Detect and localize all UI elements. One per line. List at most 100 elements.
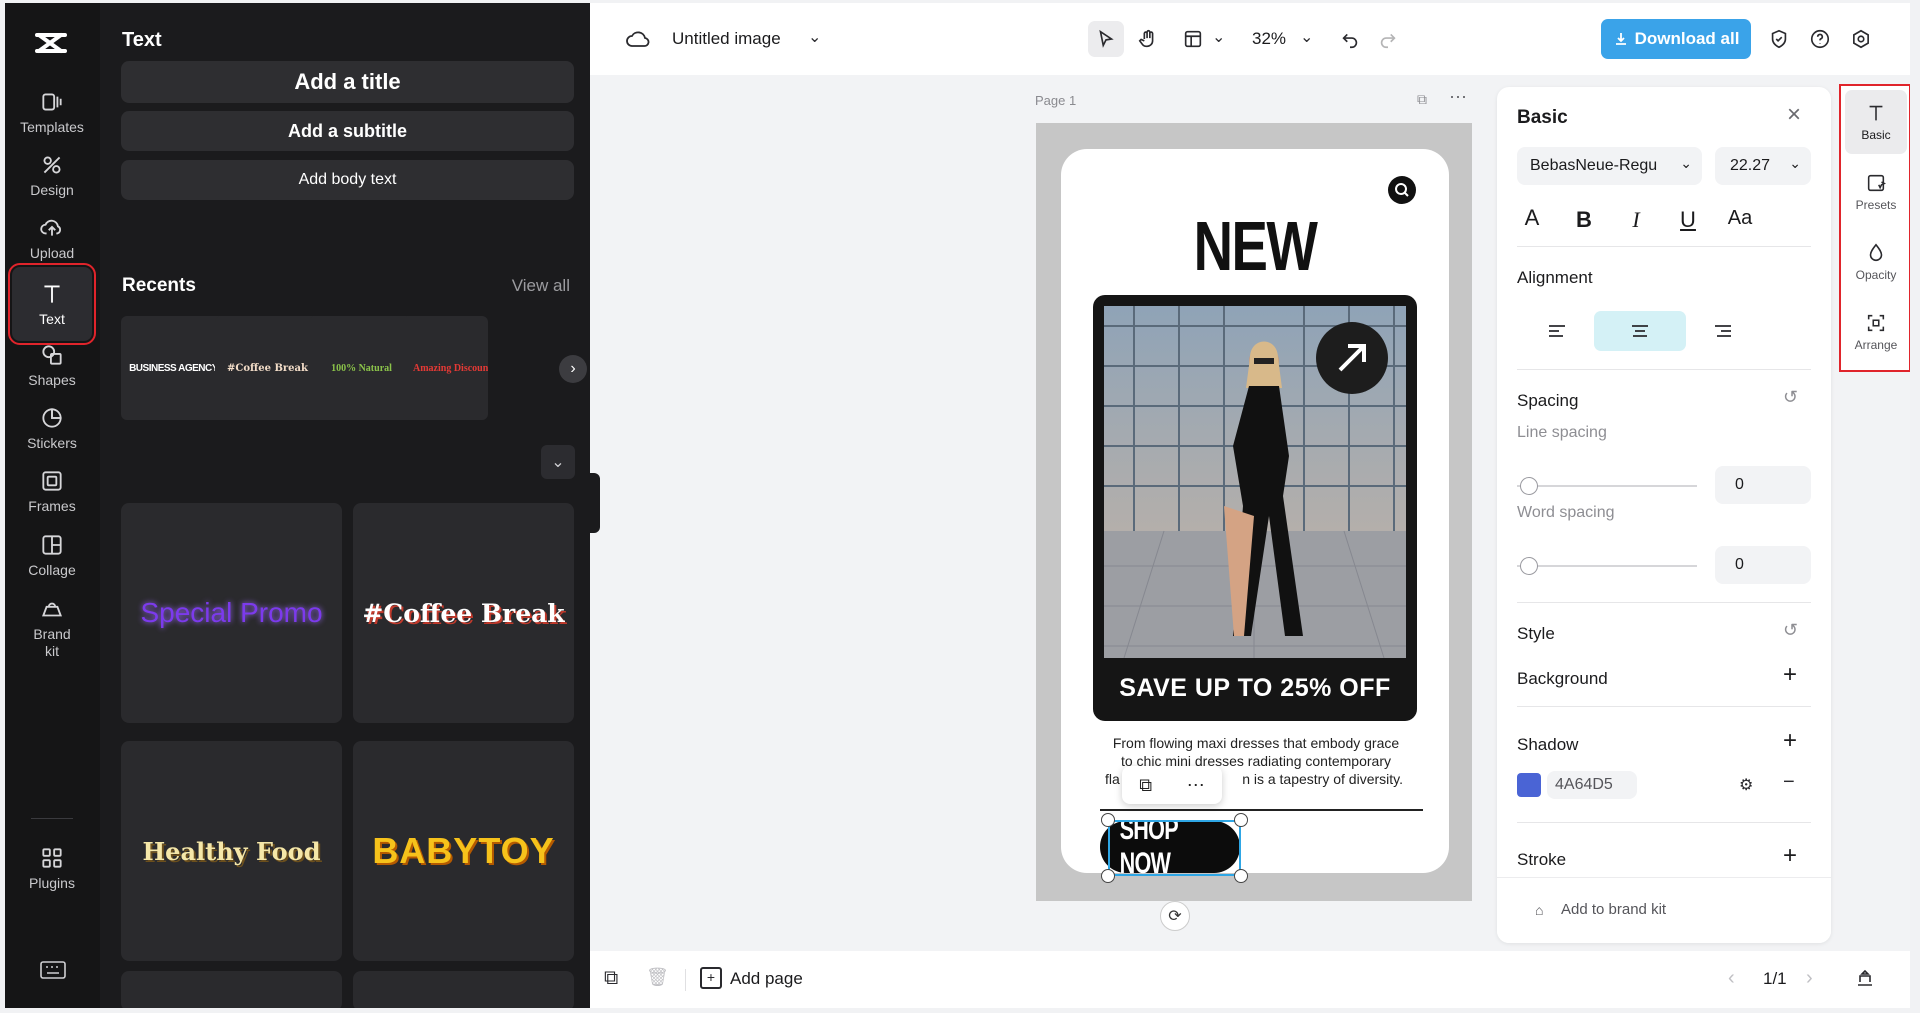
word-spacing-input[interactable]: 0 bbox=[1715, 546, 1811, 584]
duplicate-icon[interactable]: ⧉ bbox=[1139, 775, 1152, 796]
line-spacing-slider[interactable] bbox=[1517, 485, 1697, 487]
layout-icon[interactable] bbox=[1175, 21, 1211, 57]
font-size-select[interactable]: 22.27 ⌄ bbox=[1715, 147, 1811, 185]
reset-icon[interactable]: ↺ bbox=[1783, 620, 1798, 641]
close-icon[interactable]: × bbox=[1787, 101, 1801, 129]
keyboard-icon[interactable] bbox=[39, 959, 67, 981]
rail-item-collage[interactable]: Collage bbox=[12, 518, 92, 592]
frames-icon bbox=[39, 468, 65, 494]
recent-text-tile[interactable]: #Coffee Break bbox=[215, 316, 320, 420]
duplicate-page-icon[interactable]: ⧉ bbox=[604, 967, 618, 990]
download-all-button[interactable]: Download all bbox=[1601, 19, 1751, 59]
model-photo[interactable] bbox=[1104, 306, 1406, 658]
chevron-down-icon[interactable]: ⌄ bbox=[808, 27, 821, 47]
italic-icon[interactable]: I bbox=[1621, 207, 1651, 233]
chevron-right-icon[interactable]: › bbox=[559, 355, 587, 383]
trash-icon[interactable]: 🗑 bbox=[646, 967, 669, 988]
app-window: Templates Design Upload Text Shapes Stic… bbox=[5, 3, 1910, 1008]
tab-basic[interactable]: Basic bbox=[1845, 90, 1907, 154]
document-name[interactable]: Untitled image bbox=[672, 29, 781, 49]
slider-knob[interactable] bbox=[1520, 557, 1538, 575]
shield-icon[interactable] bbox=[1761, 21, 1797, 57]
select-tool-icon[interactable] bbox=[1088, 21, 1124, 57]
add-stroke-icon[interactable]: + bbox=[1783, 842, 1797, 870]
text-style-tile[interactable]: BABYTOY bbox=[353, 741, 574, 961]
more-options-icon[interactable]: ⋯ bbox=[1187, 775, 1205, 796]
text-style-sample: BABYTOY bbox=[372, 830, 554, 872]
chevron-right-icon[interactable]: › bbox=[1806, 967, 1813, 990]
divider-line[interactable] bbox=[1100, 809, 1423, 811]
panel-collapse-handle[interactable] bbox=[588, 473, 600, 533]
add-background-icon[interactable]: + bbox=[1783, 661, 1797, 689]
align-center-icon[interactable] bbox=[1594, 311, 1686, 351]
settings-icon[interactable] bbox=[1843, 21, 1879, 57]
word-spacing-slider[interactable] bbox=[1517, 565, 1697, 567]
rotate-handle-icon[interactable]: ⟳ bbox=[1160, 901, 1190, 931]
text-style-tile[interactable]: Special Promo bbox=[121, 503, 342, 723]
tab-arrange[interactable]: Arrange bbox=[1845, 300, 1907, 364]
remove-shadow-icon[interactable]: − bbox=[1783, 771, 1795, 794]
undo-icon[interactable] bbox=[1332, 21, 1368, 57]
duplicate-page-icon[interactable]: ⧉ bbox=[1417, 91, 1427, 108]
align-left-icon[interactable] bbox=[1511, 311, 1603, 351]
add-title-button[interactable]: Add a title bbox=[121, 61, 574, 103]
view-all-link[interactable]: View all bbox=[512, 276, 570, 296]
slider-knob[interactable] bbox=[1520, 477, 1538, 495]
hand-tool-icon[interactable] bbox=[1130, 21, 1166, 57]
adjust-icon[interactable]: ⚙ bbox=[1739, 775, 1753, 795]
rail-item-upload[interactable]: Upload bbox=[12, 201, 92, 275]
resize-handle[interactable] bbox=[1234, 813, 1248, 827]
text-style-sample: Healthy Food bbox=[143, 837, 321, 866]
recent-text-tile[interactable]: Amazing Discount bbox=[403, 316, 488, 420]
rail-item-label: Collage bbox=[28, 562, 75, 578]
bold-icon[interactable]: B bbox=[1569, 207, 1599, 233]
rail-item-brand-kit[interactable]: Brand kit bbox=[12, 585, 92, 671]
text-style-tile[interactable] bbox=[353, 971, 574, 1008]
shadow-color-value[interactable]: 4A64D5 bbox=[1547, 771, 1637, 799]
recent-text-tile[interactable]: BUSINESS AGENCY bbox=[121, 316, 226, 420]
help-icon[interactable] bbox=[1802, 21, 1838, 57]
text-style-tile[interactable]: Healthy Food bbox=[121, 741, 342, 961]
resize-handle[interactable] bbox=[1101, 813, 1115, 827]
tab-presets[interactable]: Presets bbox=[1845, 160, 1907, 224]
resize-handle[interactable] bbox=[1101, 869, 1115, 883]
search-icon[interactable] bbox=[1388, 176, 1416, 204]
shadow-color-swatch[interactable] bbox=[1517, 773, 1541, 797]
text-case-icon[interactable]: Aa bbox=[1725, 207, 1755, 230]
promo-text[interactable]: SAVE UP TO 25% OFF bbox=[1093, 674, 1417, 703]
collapse-panel-icon[interactable] bbox=[1855, 968, 1875, 988]
chevron-down-icon[interactable]: ⌄ bbox=[1212, 27, 1225, 47]
add-page-button[interactable]: Add page bbox=[730, 969, 803, 989]
add-body-text-button[interactable]: Add body text bbox=[121, 160, 574, 200]
capcut-logo-icon[interactable] bbox=[31, 23, 71, 63]
resize-handle[interactable] bbox=[1234, 869, 1248, 883]
brand-kit-icon[interactable]: ⌂ bbox=[1535, 902, 1543, 918]
add-shadow-icon[interactable]: + bbox=[1783, 727, 1797, 755]
add-page-icon[interactable]: + bbox=[700, 967, 722, 989]
recent-text-tile[interactable]: 100% Natural bbox=[309, 316, 414, 420]
top-bar: Untitled image ⌄ ⌄ 32% ⌄ Download all bbox=[590, 3, 1910, 75]
redo-icon[interactable] bbox=[1370, 21, 1406, 57]
chevron-left-icon[interactable]: ‹ bbox=[1728, 967, 1735, 990]
chevron-down-icon[interactable]: ⌄ bbox=[1300, 27, 1313, 47]
stickers-icon bbox=[39, 405, 65, 431]
font-family-select[interactable]: BebasNeue-Regu ⌄ bbox=[1517, 147, 1702, 185]
cloud-icon[interactable] bbox=[626, 29, 650, 49]
zoom-level[interactable]: 32% bbox=[1252, 29, 1286, 49]
text-style-tile[interactable]: #Coffee Break bbox=[353, 503, 574, 723]
line-spacing-input[interactable]: 0 bbox=[1715, 466, 1811, 504]
chevron-down-icon[interactable]: ⌄ bbox=[541, 445, 575, 479]
align-right-icon[interactable] bbox=[1677, 311, 1769, 351]
more-options-icon[interactable]: ⋯ bbox=[1449, 87, 1467, 108]
rail-divider bbox=[31, 818, 73, 819]
rail-item-plugins[interactable]: Plugins bbox=[12, 831, 92, 905]
text-style-tile[interactable] bbox=[121, 971, 342, 1008]
rail-item-frames[interactable]: Frames bbox=[12, 454, 92, 528]
tab-opacity[interactable]: Opacity bbox=[1845, 230, 1907, 294]
underline-icon[interactable]: U bbox=[1673, 207, 1703, 233]
font-size-value: 22.27 bbox=[1730, 157, 1770, 175]
add-subtitle-button[interactable]: Add a subtitle bbox=[121, 111, 574, 151]
reset-icon[interactable]: ↺ bbox=[1783, 387, 1798, 408]
add-to-brand-kit-link[interactable]: Add to brand kit bbox=[1561, 901, 1666, 918]
text-color-icon[interactable]: A bbox=[1517, 205, 1547, 231]
